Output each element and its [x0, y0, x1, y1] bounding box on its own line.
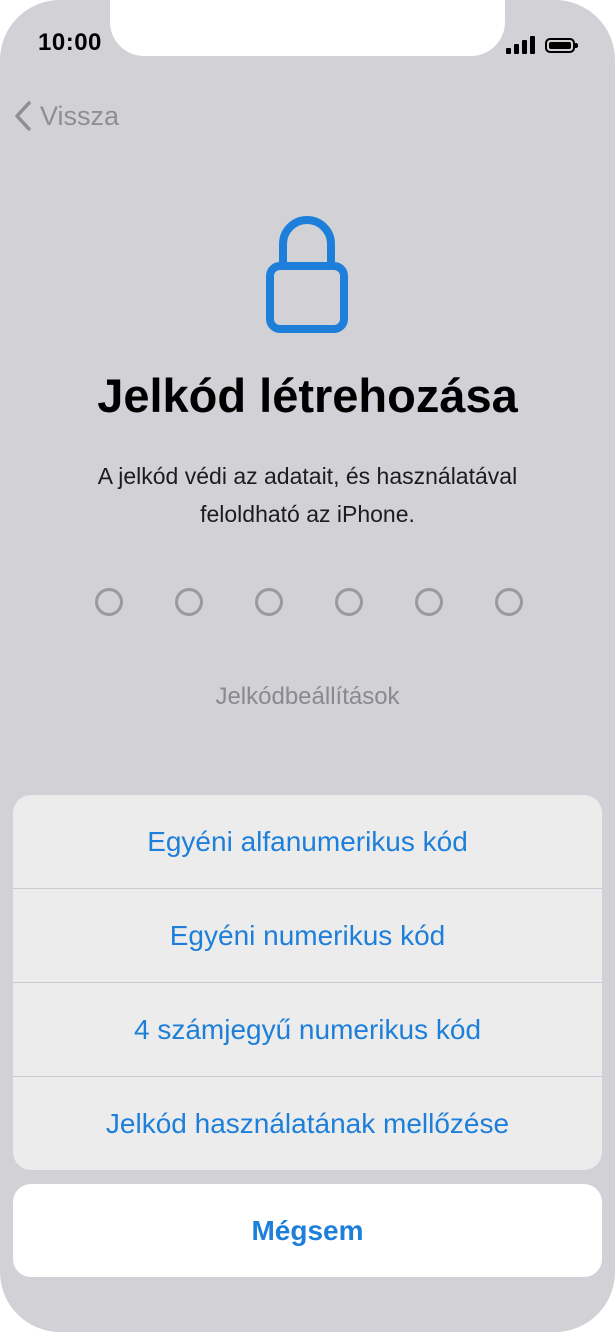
- option-4-digit-numeric[interactable]: 4 számjegyű numerikus kód: [13, 983, 602, 1077]
- subtitle-line: feloldható az iPhone.: [200, 501, 415, 527]
- phone-screen: 10:00 Vissza Jelkód létrehozása A jelkód…: [0, 0, 615, 1332]
- passcode-options-link[interactable]: Jelkódbeállítások: [0, 683, 615, 711]
- chevron-left-icon: [15, 101, 31, 131]
- option-custom-alphanumeric[interactable]: Egyéni alfanumerikus kód: [13, 795, 602, 889]
- passcode-dot: [415, 588, 443, 616]
- page-title: Jelkód létrehozása: [97, 369, 518, 422]
- lock-icon: [266, 216, 348, 333]
- passcode-dots: [95, 588, 523, 616]
- action-sheet: Egyéni alfanumerikus kód Egyéni numeriku…: [13, 795, 602, 1170]
- passcode-dot: [95, 588, 123, 616]
- signal-icon: [506, 36, 535, 54]
- passcode-dot: [175, 588, 203, 616]
- back-label: Vissza: [40, 100, 120, 131]
- passcode-dot: [335, 588, 363, 616]
- status-time: 10:00: [38, 29, 102, 56]
- passcode-dot: [495, 588, 523, 616]
- option-custom-numeric[interactable]: Egyéni numerikus kód: [13, 889, 602, 983]
- cancel-button[interactable]: Mégsem: [13, 1184, 602, 1277]
- passcode-dot: [255, 588, 283, 616]
- page-subtitle: A jelkód védi az adatait, és használatáv…: [40, 457, 575, 533]
- subtitle-line: A jelkód védi az adatait, és használatáv…: [97, 463, 518, 489]
- back-button[interactable]: Vissza: [14, 100, 119, 132]
- status-icons: [506, 34, 578, 54]
- battery-icon: [545, 38, 578, 53]
- option-skip-passcode[interactable]: Jelkód használatának mellőzése: [13, 1077, 602, 1170]
- notch: [110, 0, 505, 56]
